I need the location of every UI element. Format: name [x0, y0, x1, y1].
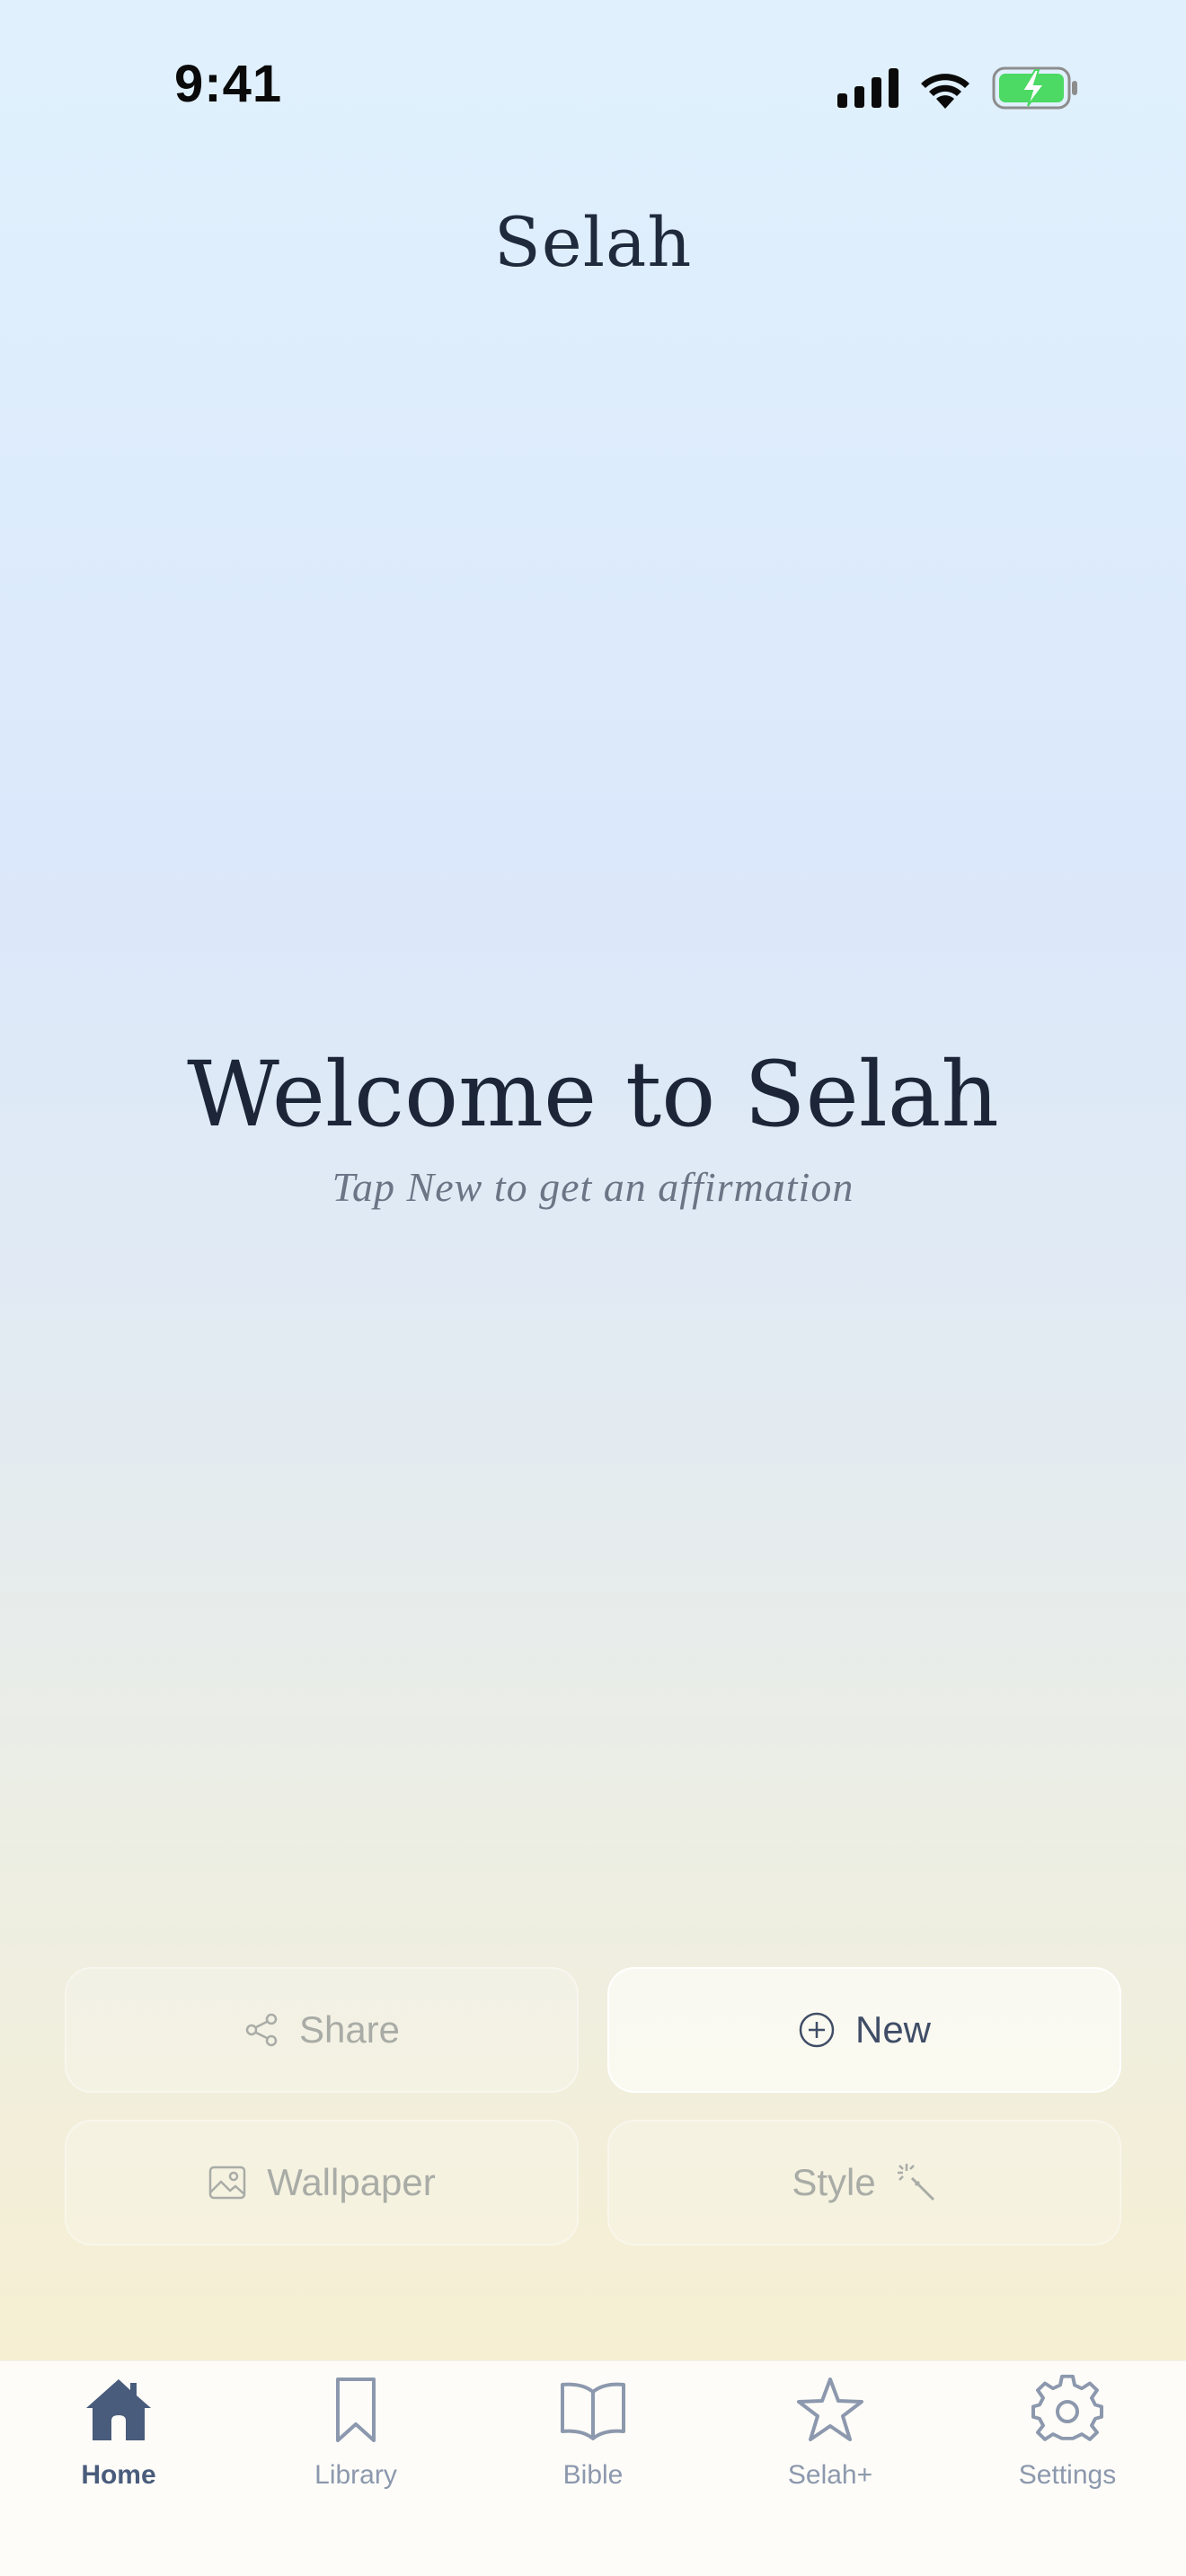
star-icon [797, 2378, 863, 2441]
tab-settings-label: Settings [1018, 2460, 1117, 2490]
open-book-icon [561, 2382, 625, 2440]
tab-settings[interactable]: Settings [949, 2361, 1186, 2576]
tab-home-label: Home [81, 2460, 156, 2490]
tab-library[interactable]: Library [237, 2361, 474, 2576]
status-time: 9:41 [174, 55, 283, 113]
status-icons [837, 63, 1078, 113]
cellular-signal-icon [837, 68, 898, 108]
gear-icon [1031, 2374, 1103, 2441]
tab-selah-plus[interactable]: Selah+ [712, 2361, 949, 2576]
plus-circle-icon [799, 2012, 835, 2048]
tab-bible[interactable]: Bible [474, 2361, 712, 2576]
wallpaper-label: Wallpaper [267, 2161, 436, 2203]
tab-home[interactable]: Home [0, 2361, 237, 2576]
style-label: Style [792, 2161, 876, 2203]
tab-selah-plus-label: Selah+ [787, 2460, 873, 2490]
wallpaper-button[interactable]: Wallpaper [65, 2120, 579, 2245]
welcome-subtitle: Tap New to get an affirmation [332, 1164, 854, 1210]
house-icon [86, 2379, 151, 2440]
tab-bible-label: Bible [562, 2460, 624, 2490]
status-bar: 9:41 [0, 0, 1186, 171]
wifi-icon [921, 74, 969, 109]
image-icon [208, 2166, 246, 2200]
bookmark-icon [336, 2378, 376, 2442]
new-button[interactable]: New [607, 1967, 1121, 2093]
share-icon [245, 2013, 278, 2047]
tab-bar: Home Library Bible Selah+ Settings [0, 2360, 1186, 2576]
welcome-title: Welcome to Selah [187, 1042, 999, 1147]
magic-wand-icon [897, 2164, 934, 2201]
style-button[interactable]: Style [607, 2120, 1121, 2245]
tab-library-label: Library [314, 2460, 397, 2490]
action-grid: Share New Wallpaper Style [65, 1967, 1121, 2245]
share-button[interactable]: Share [65, 1967, 579, 2093]
new-label: New [854, 2008, 932, 2051]
battery-charging-icon [992, 66, 1077, 110]
app-title: Selah [493, 202, 693, 282]
share-label: Share [298, 2008, 401, 2051]
